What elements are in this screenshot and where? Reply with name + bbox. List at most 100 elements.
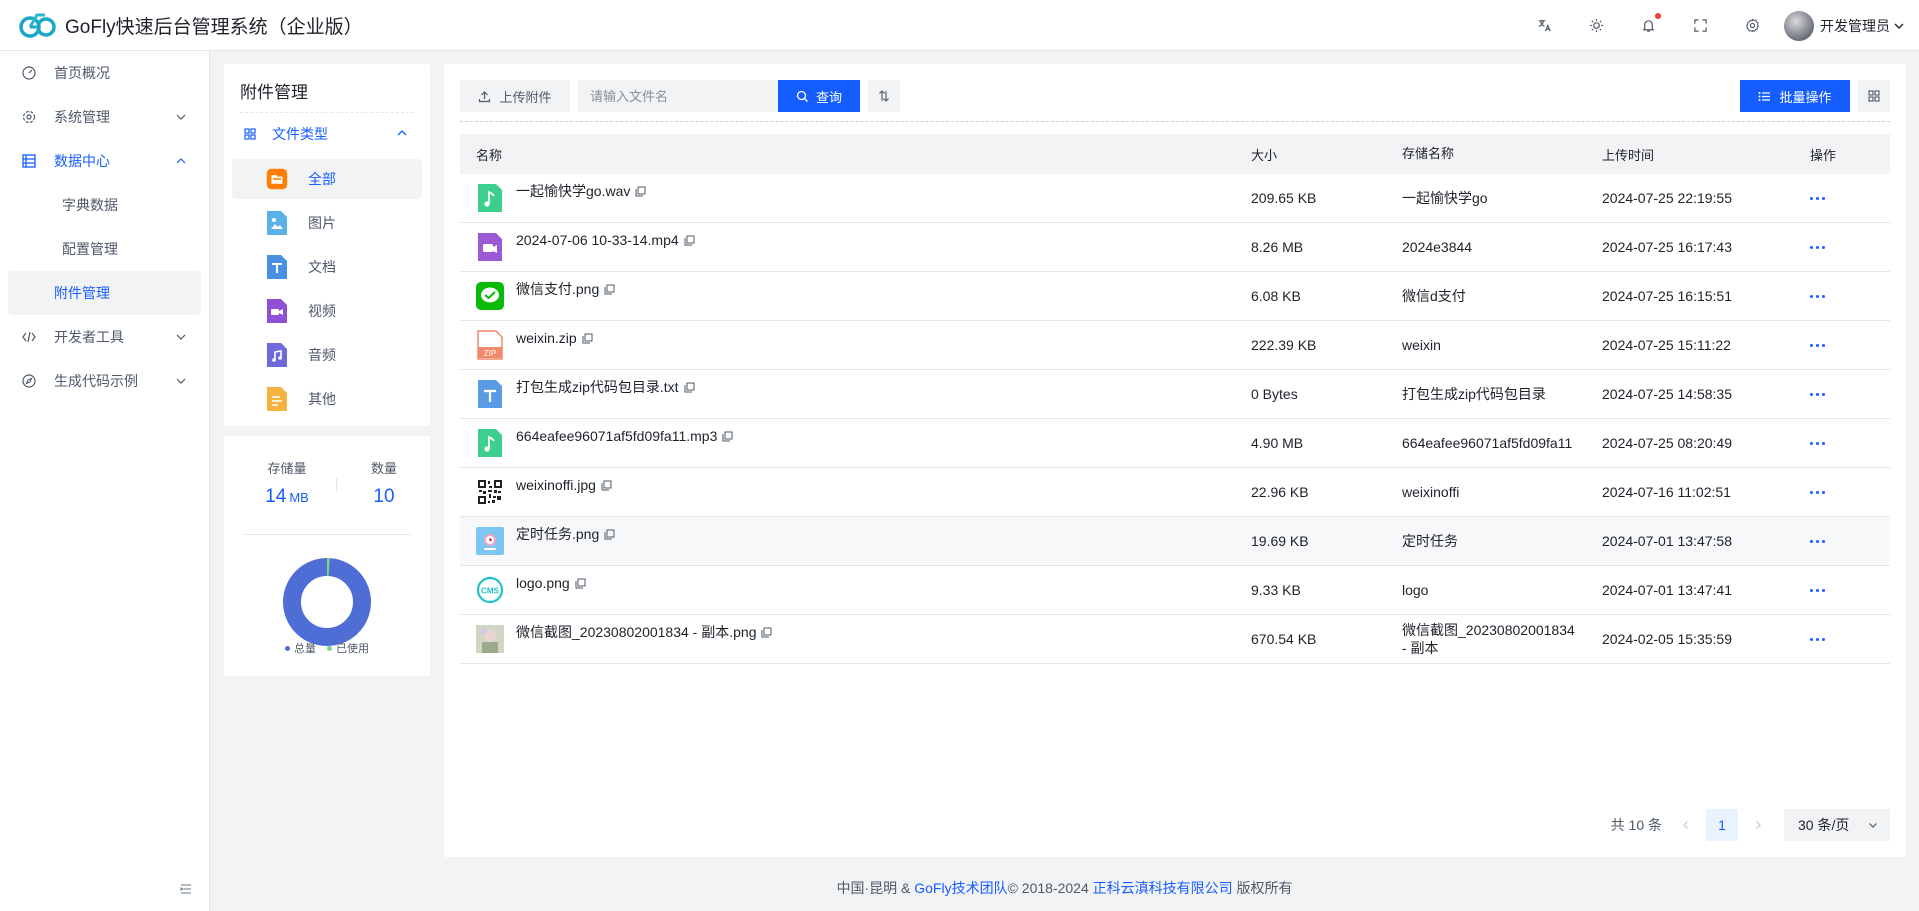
copy-icon[interactable] [604, 529, 615, 540]
column-header-name: 名称 [476, 147, 503, 163]
user-name: 开发管理员 [1820, 17, 1890, 34]
attachment-list-panel: 上传附件 查询 批量操作 名称 大小 存储名称 上传时间 操作 一起愉快学go.… [444, 64, 1906, 857]
copy-icon[interactable] [604, 284, 615, 295]
copy-icon[interactable] [722, 431, 733, 442]
upload-time: 2024-07-25 16:15:51 [1602, 288, 1732, 304]
category-all[interactable]: 全部 [232, 159, 422, 199]
table-row[interactable]: 664eafee96071af5fd09fa11.mp3 4.90 MB 664ea… [460, 419, 1890, 468]
upload-time: 2024-07-25 14:58:35 [1602, 386, 1732, 402]
page-size-select[interactable]: 30 条/页 [1784, 809, 1890, 841]
table-row[interactable]: 微信支付.png 6.08 KB 微信d支付 2024-07-25 16:15:51 [460, 272, 1890, 321]
table-row[interactable]: 2024-07-06 10-33-14.mp4 8.26 MB 2024e3844 2… [460, 223, 1890, 272]
prev-page-button[interactable] [1670, 809, 1702, 841]
video-file-icon [476, 233, 504, 261]
copy-icon[interactable] [684, 235, 695, 246]
upload-time: 2024-07-25 22:19:55 [1602, 190, 1732, 206]
search-input[interactable] [578, 80, 778, 112]
sidebar-item-dev-tools[interactable]: 开发者工具 [0, 315, 209, 359]
batch-operation-button[interactable]: 批量操作 [1740, 80, 1850, 112]
category-label: 图片 [308, 215, 336, 231]
upload-button[interactable]: 上传附件 [460, 80, 570, 112]
more-actions-icon[interactable] [1810, 392, 1830, 396]
file-name-cell: 2024-07-06 10-33-14.mp4 [460, 232, 1251, 261]
footer-prefix: 中国·昆明 & [836, 880, 915, 896]
table-row[interactable]: weixinoffi.jpg 22.96 KB weixinoffi 2024-07-… [460, 468, 1890, 517]
table-row[interactable]: CMS logo.png 9.33 KB logo 2024-07-01 13:47:4… [460, 566, 1890, 615]
category-documents[interactable]: 文档 [232, 247, 422, 287]
sidebar-item-attachments[interactable]: 附件管理 [8, 271, 201, 315]
category-audio[interactable]: 音频 [232, 335, 422, 375]
more-actions-icon[interactable] [1810, 539, 1830, 543]
more-actions-icon[interactable] [1810, 245, 1830, 249]
attachment-table: 名称 大小 存储名称 上传时间 操作 一起愉快学go.wav 209.65 KB 一… [460, 134, 1890, 664]
category-videos[interactable]: 视频 [232, 291, 422, 331]
copy-icon[interactable] [582, 333, 593, 344]
compass-icon [22, 374, 36, 388]
sidebar-item-label: 开发者工具 [54, 329, 124, 345]
total-count: 共 10 条 [1610, 817, 1662, 833]
copy-icon[interactable] [761, 627, 772, 638]
file-type-group[interactable]: 文件类型 [224, 113, 430, 155]
file-name-cell: 微信支付.png [460, 281, 1251, 310]
theme-toggle-button[interactable] [1580, 10, 1612, 42]
more-actions-icon[interactable] [1810, 294, 1830, 298]
more-actions-icon[interactable] [1810, 637, 1830, 641]
next-page-button[interactable] [1742, 809, 1774, 841]
fullscreen-button[interactable] [1684, 10, 1716, 42]
file-size: 6.08 KB [1251, 288, 1301, 304]
more-actions-icon[interactable] [1810, 343, 1830, 347]
sidebar-item-dictionary[interactable]: 字典数据 [8, 183, 201, 227]
sidebar-item-system[interactable]: 系统管理 [0, 95, 209, 139]
table-row[interactable]: 打包生成zip代码包目录.txt 0 Bytes 打包生成zip代码包目录 2024-… [460, 370, 1890, 419]
table-row[interactable]: 微信截图_20230802001834 - 副本.png 670.54 KB 微信截… [460, 615, 1890, 664]
legend-total: 总量 [293, 643, 316, 655]
more-actions-icon[interactable] [1810, 490, 1830, 494]
copy-icon[interactable] [684, 382, 695, 393]
storage-name: 一起愉快学go [1402, 190, 1488, 206]
query-button[interactable]: 查询 [778, 80, 860, 112]
category-label: 其他 [308, 391, 336, 407]
copy-icon[interactable] [635, 186, 646, 197]
cms-logo-icon: CMS [476, 576, 504, 604]
notification-dot [1655, 12, 1661, 19]
table-row[interactable]: 定时任务.png 19.69 KB 定时任务 2024-07-01 13:47:58 [460, 517, 1890, 566]
chevron-down-icon [176, 334, 186, 340]
company-link[interactable]: 正科云滇科技有限公司 [1093, 880, 1233, 896]
sidebar-item-codegen-examples[interactable]: 生成代码示例 [0, 359, 209, 403]
sidebar-item-label: 首页概况 [54, 65, 110, 81]
category-other[interactable]: 其他 [232, 379, 422, 419]
bell-icon [1642, 20, 1654, 32]
sidebar-item-data-center[interactable]: 数据中心 [0, 139, 209, 183]
category-label: 全部 [308, 171, 336, 187]
translate-button[interactable] [1528, 10, 1560, 42]
photo-thumbnail-icon [476, 625, 504, 653]
user-menu[interactable]: 开发管理员 [1784, 10, 1905, 41]
storage-name: 定时任务 [1402, 533, 1458, 549]
more-actions-icon[interactable] [1810, 441, 1830, 445]
sidebar-item-config[interactable]: 配置管理 [8, 227, 201, 271]
collapse-sidebar-icon[interactable] [178, 881, 194, 897]
settings-button[interactable] [1736, 10, 1768, 42]
file-name-cell: 定时任务.png [460, 526, 1251, 555]
notification-button[interactable] [1632, 10, 1664, 42]
more-actions-icon[interactable] [1810, 196, 1830, 200]
storage-name: 664eafee96071af5fd09fa11 [1402, 435, 1573, 451]
sidebar-item-label: 数据中心 [54, 153, 110, 169]
more-actions-icon[interactable] [1810, 588, 1830, 592]
category-images[interactable]: 图片 [232, 203, 422, 243]
sidebar-item-home[interactable]: 首页概况 [0, 51, 209, 95]
image-icon [267, 211, 287, 235]
page-number[interactable]: 1 [1706, 809, 1738, 841]
grid-view-button[interactable] [1858, 80, 1890, 112]
sort-button[interactable] [868, 80, 900, 112]
table-row[interactable]: ZIP weixin.zip 222.39 KB weixin 2024-07-25 1… [460, 321, 1890, 370]
storage-name: weixin [1402, 337, 1441, 353]
category-label: 音频 [308, 347, 336, 363]
table-row[interactable]: 一起愉快学go.wav 209.65 KB 一起愉快学go 2024-07-25 22… [460, 174, 1890, 223]
logo[interactable]: GoFly快速后台管理系统（企业版） [19, 10, 363, 40]
copy-icon[interactable] [575, 578, 586, 589]
file-name: 2024-07-06 10-33-14.mp4 [516, 232, 679, 248]
team-link[interactable]: GoFly技术团队 [914, 880, 1007, 896]
copy-icon[interactable] [601, 480, 612, 491]
upload-time: 2024-07-01 13:47:58 [1602, 533, 1732, 549]
